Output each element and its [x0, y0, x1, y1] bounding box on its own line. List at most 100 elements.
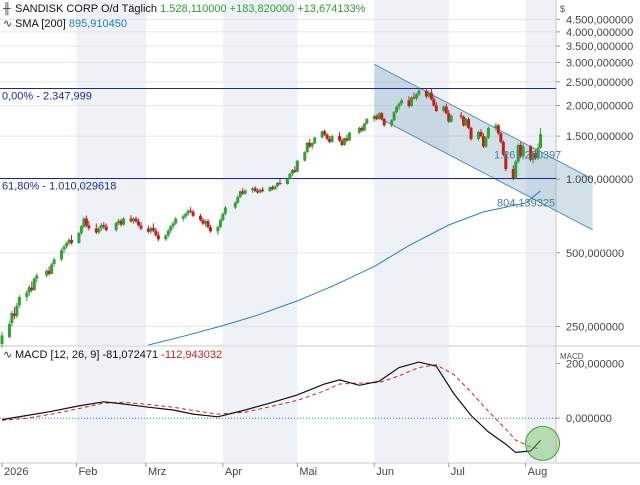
y-tick-label: 3.000,000000	[566, 57, 633, 69]
candle-body	[52, 259, 56, 265]
candle-body	[164, 235, 168, 240]
candle-body	[295, 160, 299, 172]
candle-body	[414, 94, 418, 99]
candle-body	[273, 186, 277, 190]
candle-body	[221, 213, 225, 221]
candle-body	[166, 230, 170, 236]
x-tick-label: Feb	[78, 466, 97, 478]
candle-body	[539, 134, 543, 148]
candle-body	[390, 120, 394, 126]
level-label: 0,00% - 2.347,999	[2, 91, 92, 103]
legend-change: +183,820000	[229, 3, 295, 15]
macd-y-tick-label: 0,000000	[566, 413, 612, 425]
candle-body	[206, 221, 210, 228]
candle-body	[395, 106, 399, 113]
candle	[221, 212, 225, 222]
y-tick-label: 4.000,000000	[566, 27, 633, 39]
candle-body	[400, 100, 404, 104]
candle-body	[499, 133, 503, 142]
candle-body	[65, 243, 69, 247]
month-band	[76, 0, 146, 345]
candle-body	[151, 227, 155, 231]
candle-body	[382, 119, 386, 126]
highlight-circle	[525, 425, 561, 461]
candle	[499, 131, 503, 144]
candle-body	[417, 90, 421, 95]
macd-legend-value2: -112,943032	[161, 349, 223, 361]
candle-body	[410, 97, 413, 107]
candle-body	[169, 226, 173, 231]
chart-root: 0,00% - 2.347,999 61,80% - 1.010,029618 1…	[0, 0, 640, 480]
last-price-label: 1.261,220397	[494, 150, 561, 162]
sma-line	[148, 190, 541, 346]
candle-body	[35, 275, 39, 279]
macd-y-tick-label: 200,000000	[566, 358, 624, 370]
candle	[77, 231, 81, 244]
macd-legend-value1: -81,072471	[102, 349, 159, 361]
candle	[486, 126, 490, 139]
candle-body	[484, 137, 488, 147]
candle-body	[432, 99, 436, 106]
candle	[484, 136, 488, 149]
candle	[496, 124, 500, 135]
line-icon: ∿	[3, 18, 13, 30]
candle-body	[84, 218, 88, 226]
y-tick-label: 500,000000	[566, 248, 624, 260]
candle-body	[171, 223, 175, 227]
candle-body	[223, 207, 227, 214]
candle	[313, 136, 317, 145]
candle-body	[380, 113, 384, 120]
candle-body	[449, 115, 453, 122]
legend-change-pct: +13,674133%	[297, 3, 366, 15]
month-band	[374, 0, 449, 345]
candle-body	[69, 239, 73, 244]
y-tick-label: 250,000000	[566, 321, 624, 333]
candle-body	[365, 119, 369, 124]
candle-body	[243, 190, 247, 194]
currency-label: $	[560, 4, 565, 14]
x-tick-label: Jun	[376, 466, 394, 478]
candle-body	[278, 182, 282, 184]
candle	[449, 114, 453, 123]
candle-body	[156, 235, 160, 240]
candle-body	[467, 119, 471, 128]
candle	[392, 110, 396, 121]
level-label: 61,80% - 1.010,029618	[2, 181, 116, 193]
sma-legend-label: SMA [200]	[15, 18, 66, 30]
candle	[338, 131, 342, 142]
candle-body	[79, 226, 83, 234]
candle-body	[261, 189, 265, 192]
candle-body	[25, 292, 29, 297]
candle	[347, 131, 351, 142]
chart-canvas: 0,00% - 2.347,999 61,80% - 1.010,029618 1…	[0, 0, 640, 478]
candle-body	[325, 134, 329, 139]
candle	[303, 151, 307, 162]
candle-body	[310, 143, 314, 147]
candle	[50, 262, 54, 275]
candle-body	[137, 221, 140, 226]
candle-body	[60, 250, 64, 260]
candle-body	[233, 202, 237, 208]
candle-body	[362, 123, 366, 131]
x-tick-label: 2026	[4, 466, 28, 478]
candle-body	[338, 136, 342, 141]
candle-body	[102, 224, 106, 227]
candle-body	[104, 226, 108, 230]
candle	[285, 178, 289, 185]
candle-body	[191, 211, 195, 216]
candle	[469, 126, 473, 141]
candle-body	[253, 188, 257, 191]
legend-title: SANDISK CORP O/d	[15, 3, 119, 15]
candle	[0, 331, 4, 348]
candle-body	[184, 213, 188, 217]
macd-legend: ∿ MACD [12, 26, 9] -81,072471 -112,943032	[3, 349, 222, 362]
sma-value-label: 804,139325	[497, 197, 555, 209]
x-tick-label: Jul	[451, 466, 465, 478]
legend-interval: Täglich	[121, 3, 158, 15]
x-tick-label: Mrz	[148, 466, 166, 478]
candle-body	[77, 233, 81, 244]
candle-body	[15, 305, 19, 316]
y-tick-label: 2.000,000000	[566, 101, 633, 113]
candle-body	[444, 106, 448, 114]
y-tick-label: 4.500,000000	[566, 14, 633, 26]
